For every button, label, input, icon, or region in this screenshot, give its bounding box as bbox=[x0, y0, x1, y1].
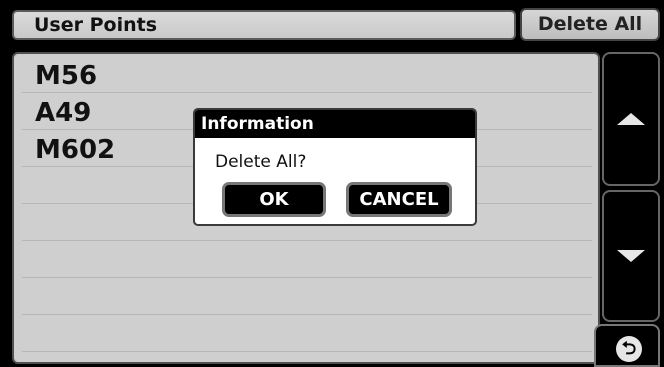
dialog-title: Information bbox=[195, 110, 475, 138]
back-button[interactable]: ⮌ bbox=[594, 324, 660, 367]
down-arrow-icon bbox=[617, 250, 645, 262]
top-bar: User Points Delete All bbox=[0, 0, 664, 48]
list-item-empty bbox=[22, 315, 592, 352]
dialog-message: Delete All? bbox=[215, 152, 307, 172]
list-item-empty bbox=[22, 278, 592, 315]
up-arrow-icon bbox=[617, 113, 645, 125]
list-item[interactable]: M56 bbox=[22, 56, 592, 93]
information-dialog: Information Delete All? OK CANCEL bbox=[193, 108, 477, 226]
page-title: User Points bbox=[12, 10, 516, 40]
list-item-empty bbox=[22, 241, 592, 278]
scroll-down-button[interactable] bbox=[602, 190, 660, 322]
ok-button[interactable]: OK bbox=[222, 182, 326, 217]
back-icon: ⮌ bbox=[616, 336, 642, 362]
cancel-button[interactable]: CANCEL bbox=[346, 182, 452, 217]
scroll-up-button[interactable] bbox=[602, 52, 660, 186]
delete-all-button[interactable]: Delete All bbox=[520, 8, 660, 41]
